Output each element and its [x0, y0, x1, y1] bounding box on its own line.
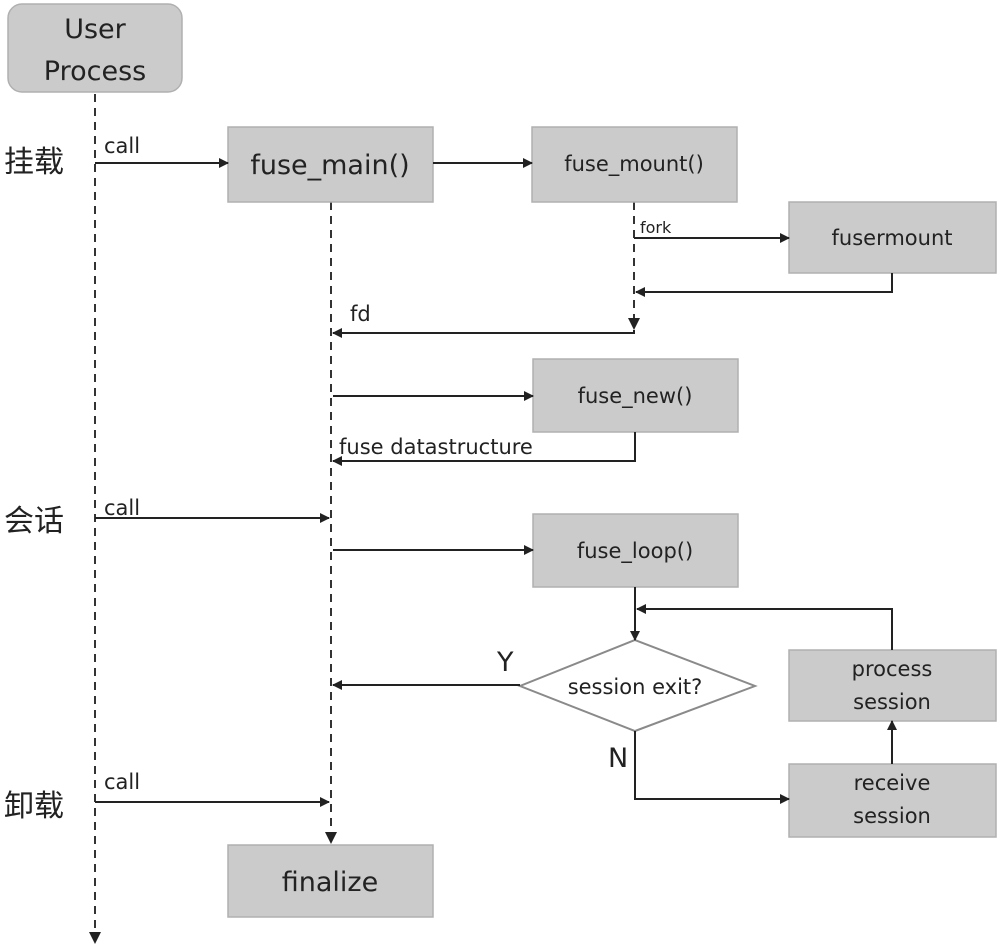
user-process-label-1: User: [64, 14, 126, 45]
fuse-main-box: fuse_main(): [227, 126, 434, 203]
user-lifeline-arrowhead: [89, 932, 101, 944]
receive-session-label-1: receive: [854, 771, 931, 795]
fuse-datastructure-label: fuse datastructure: [339, 435, 533, 459]
finalize-arrowhead: [325, 832, 337, 844]
fuse-main-label: fuse_main(): [250, 150, 409, 181]
fuse-loop-label: fuse_loop(): [577, 539, 693, 564]
fuse-new-label: fuse_new(): [578, 384, 693, 409]
phase-mount-label: 挂载: [4, 145, 64, 180]
fusermount-box: fusermount: [788, 201, 997, 274]
fuse-mount-lifeline-arrowhead: [628, 318, 640, 330]
fuse-mount-box: fuse_mount(): [531, 126, 738, 203]
call-session-label: call: [104, 496, 140, 520]
phase-session-label: 会话: [4, 504, 64, 539]
fuse-loop-box: fuse_loop(): [532, 513, 739, 588]
fusermount-return-arrow: [635, 273, 893, 297]
fuse-new-box: fuse_new(): [532, 358, 739, 433]
receive-session-box: receive session: [788, 763, 997, 838]
fd-return-arrow: [332, 328, 635, 338]
fuse-flow-diagram: User Process 挂载 会话 卸载 fuse_main() fuse_m…: [4, 3, 997, 944]
decision-yes-label: Y: [496, 647, 514, 678]
finalize-label: finalize: [282, 867, 378, 898]
process-session-box: process session: [788, 649, 997, 722]
session-exit-label: session exit?: [568, 675, 703, 699]
phase-unmount-label: 卸载: [4, 789, 64, 824]
process-to-loop-arrow: [636, 604, 893, 650]
decision-no-arrow: [634, 731, 790, 804]
fd-label: fd: [350, 302, 371, 326]
fork-label: fork: [640, 218, 672, 237]
user-process-actor: User Process: [7, 3, 183, 93]
call-mount-label: call: [104, 134, 140, 158]
session-exit-decision: session exit?: [517, 638, 758, 733]
receive-session-label-2: session: [853, 804, 931, 828]
fusermount-label: fusermount: [832, 226, 953, 250]
process-session-label-1: process: [852, 657, 933, 681]
fuse-mount-label: fuse_mount(): [564, 152, 704, 177]
decision-no-label: N: [608, 743, 628, 774]
process-session-label-2: session: [853, 690, 931, 714]
call-unmount-label: call: [104, 770, 140, 794]
user-process-label-2: Process: [44, 56, 146, 87]
finalize-box: finalize: [227, 844, 434, 918]
